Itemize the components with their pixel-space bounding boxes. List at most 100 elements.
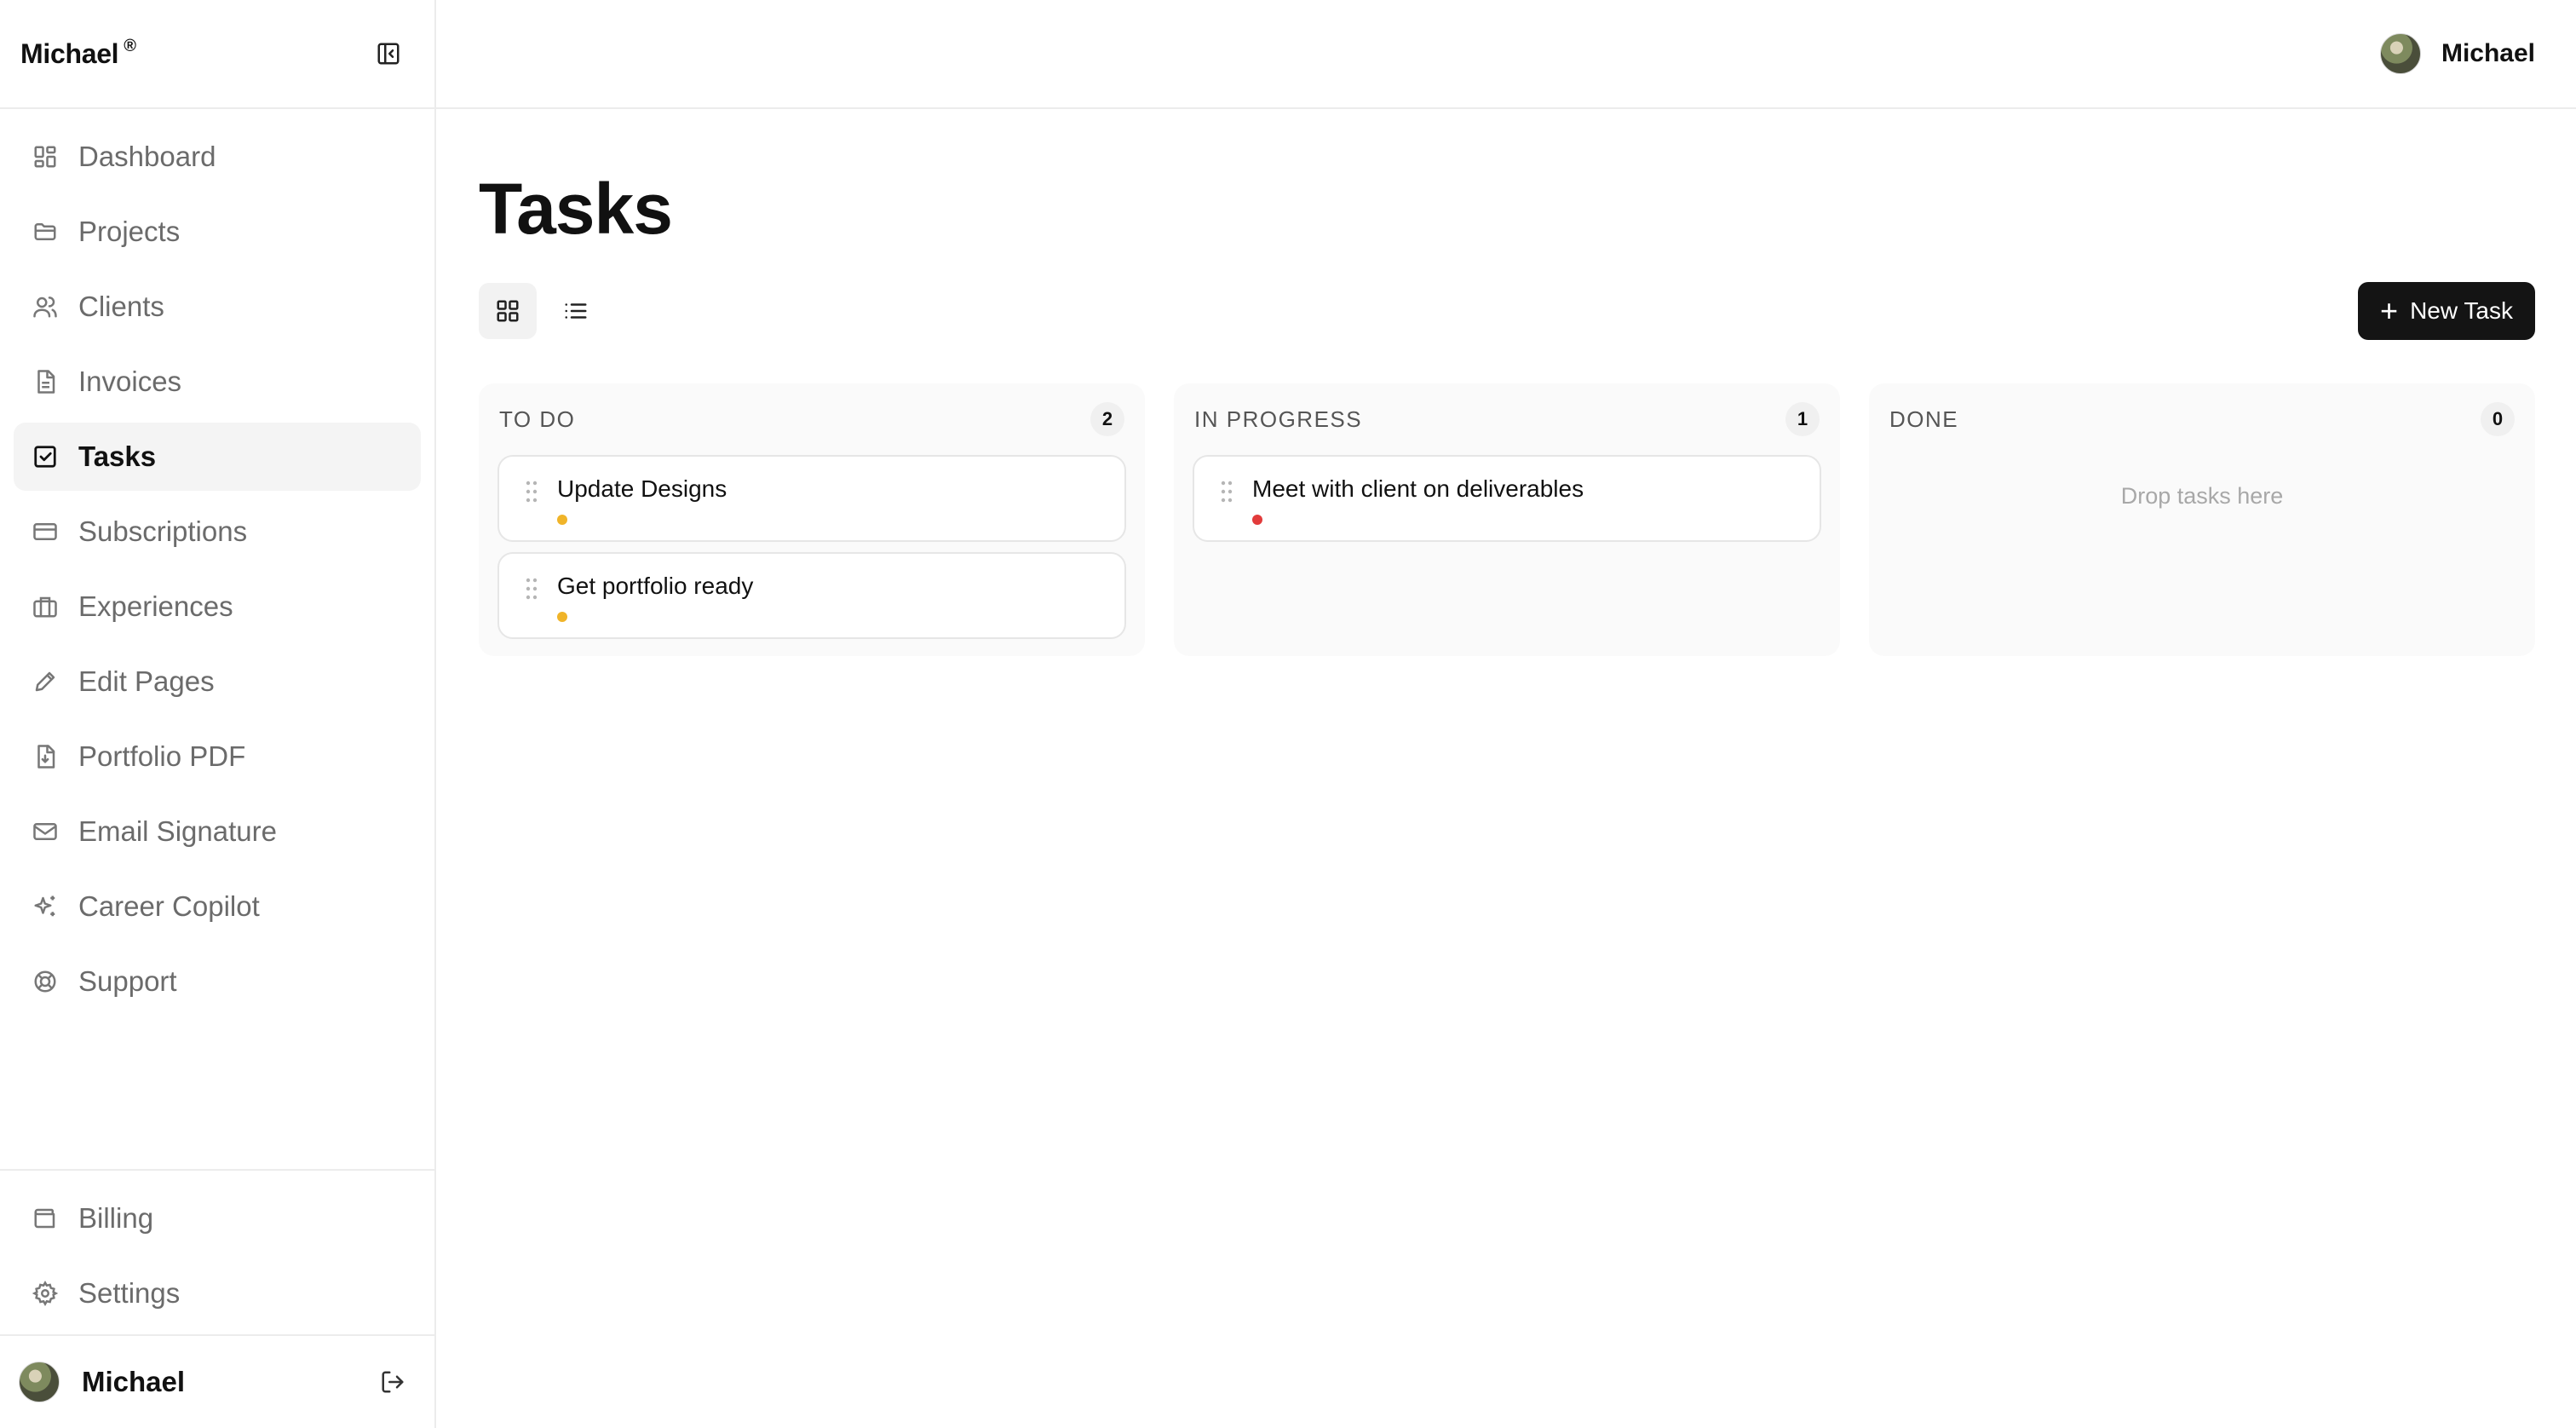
sidebar-item-subscriptions[interactable]: Subscriptions <box>14 498 421 566</box>
main-area: Michael Tasks + New Task TO DO 2 Update … <box>436 0 2576 1428</box>
priority-dot <box>1252 515 1262 525</box>
sparkles-icon <box>34 895 55 917</box>
task-card[interactable]: Meet with client on deliverables <box>1193 455 1821 542</box>
column-title: TO DO <box>499 406 576 432</box>
mail-icon <box>33 823 57 840</box>
grid-icon <box>497 300 519 322</box>
drop-zone[interactable]: Drop tasks here <box>1888 436 2516 556</box>
task-title: Meet with client on deliverables <box>1252 475 1584 502</box>
users-icon <box>33 297 57 318</box>
sidebar: Michael ® Dashboard Projects Clients Inv… <box>0 0 436 1428</box>
brand-name: Michael <box>20 37 119 69</box>
sidebar-collapse-icon <box>377 43 400 65</box>
drag-handle-icon[interactable] <box>525 481 538 503</box>
column-header: TO DO 2 <box>497 402 1126 436</box>
tasks-content: Tasks + New Task TO DO 2 Update Designs … <box>436 109 2576 656</box>
sidebar-item-tasks[interactable]: Tasks <box>14 423 421 491</box>
lifebuoy-icon <box>34 970 56 993</box>
sidebar-item-label: Tasks <box>78 440 157 472</box>
dashboard-icon <box>34 146 56 168</box>
list-icon <box>565 303 587 319</box>
sidebar-user: Michael <box>0 1334 434 1428</box>
checkbox-icon <box>34 446 56 468</box>
avatar <box>2379 33 2421 74</box>
briefcase-icon <box>33 596 57 618</box>
avatar <box>19 1362 60 1402</box>
sidebar-item-invoices[interactable]: Invoices <box>14 348 421 416</box>
column-todo: TO DO 2 Update Designs Get portfolio rea… <box>479 383 1145 656</box>
list-view-button[interactable] <box>547 283 605 339</box>
sidebar-item-label: Support <box>78 965 177 997</box>
user-menu[interactable]: Michael <box>2379 33 2535 74</box>
topbar-user-name: Michael <box>2441 39 2535 67</box>
sidebar-item-label: Invoices <box>78 366 182 397</box>
sidebar-item-label: Edit Pages <box>78 665 215 697</box>
brand-mark: ® <box>124 36 136 55</box>
task-title: Update Designs <box>557 475 727 502</box>
sidebar-item-edit-pages[interactable]: Edit Pages <box>14 648 421 716</box>
sidebar-item-projects[interactable]: Projects <box>14 198 421 266</box>
priority-dot <box>557 515 567 525</box>
sidebar-item-clients[interactable]: Clients <box>14 273 421 341</box>
gear-icon <box>32 1281 58 1306</box>
task-card[interactable]: Get portfolio ready <box>497 552 1126 639</box>
sidebar-item-label: Subscriptions <box>78 515 248 547</box>
drag-handle-icon[interactable] <box>525 578 538 600</box>
sidebar-item-settings[interactable]: Settings <box>14 1259 421 1327</box>
task-title: Get portfolio ready <box>557 573 754 599</box>
sidebar-item-billing[interactable]: Billing <box>14 1184 421 1252</box>
sidebar-item-dashboard[interactable]: Dashboard <box>14 123 421 191</box>
tasks-toolbar: + New Task <box>479 281 2535 341</box>
column-title: IN PROGRESS <box>1194 406 1363 432</box>
column-done: DONE 0 Drop tasks here <box>1869 383 2535 656</box>
column-in-progress: IN PROGRESS 1 Meet with client on delive… <box>1174 383 1840 656</box>
column-title: DONE <box>1889 406 1959 432</box>
folder-icon <box>34 223 56 240</box>
sidebar-item-label: Email Signature <box>78 815 277 847</box>
drag-handle-icon[interactable] <box>1220 481 1233 503</box>
sidebar-item-label: Settings <box>78 1277 181 1309</box>
sidebar-item-label: Career Copilot <box>78 890 260 922</box>
document-icon <box>37 370 55 394</box>
sidebar-item-portfolio-pdf[interactable]: Portfolio PDF <box>14 723 421 791</box>
column-header: IN PROGRESS 1 <box>1193 402 1821 436</box>
brand-logo[interactable]: Michael ® <box>20 36 136 70</box>
pdf-icon <box>37 745 55 769</box>
new-task-button[interactable]: + New Task <box>2358 282 2535 340</box>
view-toggle <box>479 283 605 339</box>
sidebar-item-label: Dashboard <box>78 141 216 172</box>
sidebar-user-profile[interactable]: Michael <box>19 1362 185 1402</box>
column-count-badge: 1 <box>1785 402 1820 436</box>
priority-dot <box>557 612 567 622</box>
sidebar-item-label: Clients <box>78 291 164 322</box>
sidebar-bottom-nav: Billing Settings <box>0 1169 434 1334</box>
sidebar-user-name: Michael <box>82 1366 186 1397</box>
logout-icon <box>382 1371 404 1393</box>
sidebar-item-experiences[interactable]: Experiences <box>14 573 421 641</box>
sidebar-item-label: Experiences <box>78 590 233 622</box>
sidebar-item-label: Projects <box>78 216 181 247</box>
card-icon <box>33 523 57 540</box>
kanban-board: TO DO 2 Update Designs Get portfolio rea… <box>479 383 2535 656</box>
sidebar-item-support[interactable]: Support <box>14 947 421 1016</box>
sidebar-item-email-signature[interactable]: Email Signature <box>14 797 421 866</box>
pen-icon <box>35 671 55 692</box>
sidebar-nav: Dashboard Projects Clients Invoices Task… <box>0 109 434 1169</box>
new-task-label: New Task <box>2410 297 2513 324</box>
task-card[interactable]: Update Designs <box>497 455 1126 542</box>
logout-button[interactable] <box>380 1369 405 1395</box>
column-header: DONE 0 <box>1888 402 2516 436</box>
collapse-sidebar-button[interactable] <box>371 37 405 71</box>
sidebar-item-career-copilot[interactable]: Career Copilot <box>14 872 421 941</box>
column-count-badge: 2 <box>1090 402 1124 436</box>
topbar: Michael <box>436 0 2576 109</box>
plus-icon: + <box>2380 293 2399 328</box>
sidebar-item-label: Billing <box>78 1202 154 1234</box>
wallet-icon <box>34 1208 55 1229</box>
sidebar-item-label: Portfolio PDF <box>78 740 246 772</box>
column-count-badge: 0 <box>2481 402 2515 436</box>
page-title: Tasks <box>479 169 673 249</box>
sidebar-header: Michael ® <box>0 0 434 109</box>
drop-zone-text: Drop tasks here <box>2120 482 2284 509</box>
board-view-button[interactable] <box>479 283 537 339</box>
